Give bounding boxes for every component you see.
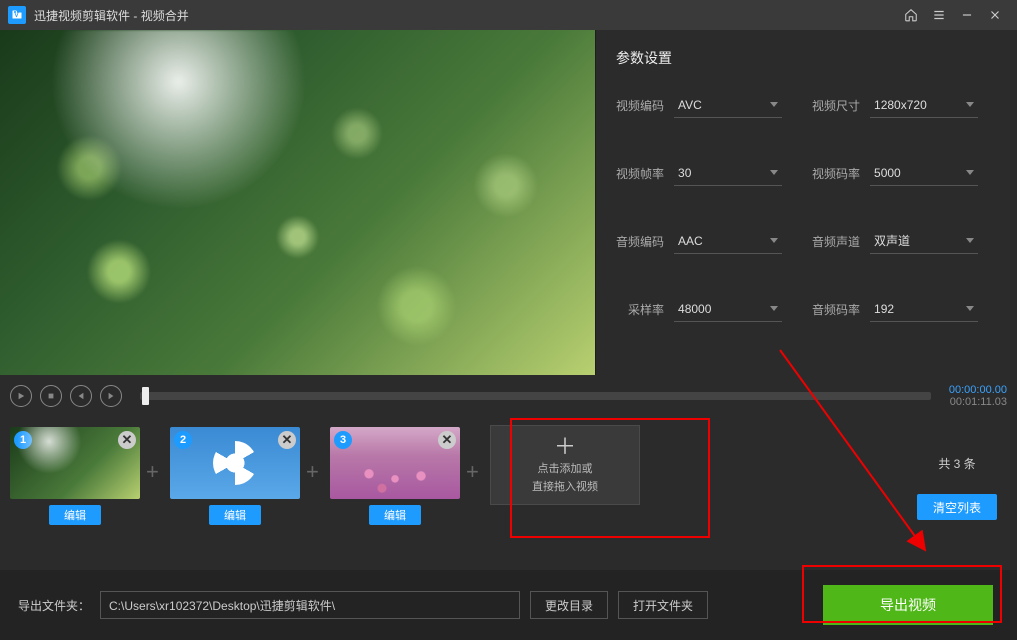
plus-icon: ＋ <box>554 436 576 458</box>
sample-rate-select[interactable]: 48000 <box>674 296 782 322</box>
prev-button[interactable] <box>70 385 92 407</box>
titlebar: 迅捷视频剪辑软件 - 视频合并 <box>0 0 1017 30</box>
clip-edit-button[interactable]: 编辑 <box>209 505 261 525</box>
home-button[interactable] <box>897 1 925 29</box>
footer: 导出文件夹： C:\Users\xr102372\Desktop\迅捷剪辑软件\… <box>0 570 1017 640</box>
clip-item: 1 ✕ 编辑 <box>10 427 140 525</box>
clip-item: 2 ✕ 编辑 <box>170 427 300 525</box>
audio-channels-label: 音频声道 <box>812 233 860 250</box>
audio-codec-select[interactable]: AAC <box>674 228 782 254</box>
output-folder-path[interactable]: C:\Users\xr102372\Desktop\迅捷剪辑软件\ <box>100 591 520 619</box>
clip-thumbnail[interactable]: 2 ✕ <box>170 427 300 499</box>
chevron-down-icon <box>770 170 778 175</box>
app-icon <box>8 6 26 24</box>
chevron-down-icon <box>966 170 974 175</box>
audio-channels-select[interactable]: 双声道 <box>870 228 978 254</box>
video-bitrate-select[interactable]: 5000 <box>870 160 978 186</box>
video-codec-select[interactable]: AVC <box>674 92 782 118</box>
chevron-down-icon <box>770 306 778 311</box>
clip-edit-button[interactable]: 编辑 <box>49 505 101 525</box>
settings-panel: 参数设置 视频编码 AVC 视频尺寸 1280x720 视频帧率 30 视频码率… <box>595 30 1017 375</box>
chevron-down-icon <box>770 238 778 243</box>
timeline-slider[interactable] <box>140 392 931 400</box>
output-folder-label: 导出文件夹： <box>18 597 90 614</box>
video-fps-select[interactable]: 30 <box>674 160 782 186</box>
minimize-button[interactable] <box>953 1 981 29</box>
player-controls: 00:00:00.00 00:01:11.03 <box>0 375 1017 417</box>
video-bitrate-label: 视频码率 <box>812 165 860 182</box>
clip-item: 3 ✕ 编辑 <box>330 427 460 525</box>
chevron-down-icon <box>966 238 974 243</box>
export-video-button[interactable]: 导出视频 <box>823 585 993 625</box>
clips-row: 1 ✕ 编辑 + 2 ✕ 编辑 + 3 ✕ 编辑 + ＋ 点击添加或 直接拖入视… <box>0 417 1017 547</box>
plus-separator-icon: + <box>306 459 324 485</box>
plus-separator-icon: + <box>146 459 164 485</box>
menu-button[interactable] <box>925 1 953 29</box>
play-button[interactable] <box>10 385 32 407</box>
change-dir-button[interactable]: 更改目录 <box>530 591 608 619</box>
clip-count: 共 3 条 <box>938 455 975 472</box>
clip-thumbnail[interactable]: 1 ✕ <box>10 427 140 499</box>
open-dir-button[interactable]: 打开文件夹 <box>618 591 708 619</box>
add-clip-text-2: 直接拖入视频 <box>532 478 598 494</box>
clip-edit-button[interactable]: 编辑 <box>369 505 421 525</box>
clip-index-badge: 2 <box>174 431 192 449</box>
clip-index-badge: 3 <box>334 431 352 449</box>
sample-rate-label: 采样率 <box>628 301 664 318</box>
audio-bitrate-select[interactable]: 192 <box>870 296 978 322</box>
video-codec-label: 视频编码 <box>616 97 664 114</box>
app-title: 迅捷视频剪辑软件 - 视频合并 <box>34 7 189 24</box>
clip-remove-button[interactable]: ✕ <box>118 431 136 449</box>
add-clip-text-1: 点击添加或 <box>538 460 593 476</box>
clip-index-badge: 1 <box>14 431 32 449</box>
chevron-down-icon <box>966 102 974 107</box>
clip-thumbnail[interactable]: 3 ✕ <box>330 427 460 499</box>
video-size-select[interactable]: 1280x720 <box>870 92 978 118</box>
close-button[interactable] <box>981 1 1009 29</box>
time-total: 00:01:11.03 <box>950 396 1007 408</box>
chevron-down-icon <box>966 306 974 311</box>
playhead[interactable] <box>142 387 149 405</box>
chevron-down-icon <box>770 102 778 107</box>
video-size-label: 视频尺寸 <box>812 97 860 114</box>
clear-list-button[interactable]: 清空列表 <box>917 494 997 520</box>
video-fps-label: 视频帧率 <box>616 165 664 182</box>
next-button[interactable] <box>100 385 122 407</box>
audio-bitrate-label: 音频码率 <box>812 301 860 318</box>
clip-remove-button[interactable]: ✕ <box>438 431 456 449</box>
clip-remove-button[interactable]: ✕ <box>278 431 296 449</box>
add-clip-dropzone[interactable]: ＋ 点击添加或 直接拖入视频 <box>490 425 640 505</box>
video-preview[interactable] <box>0 30 595 375</box>
plus-separator-icon: + <box>466 459 484 485</box>
time-current: 00:00:00.00 <box>949 384 1007 396</box>
audio-codec-label: 音频编码 <box>616 233 664 250</box>
settings-title: 参数设置 <box>616 48 997 68</box>
stop-button[interactable] <box>40 385 62 407</box>
